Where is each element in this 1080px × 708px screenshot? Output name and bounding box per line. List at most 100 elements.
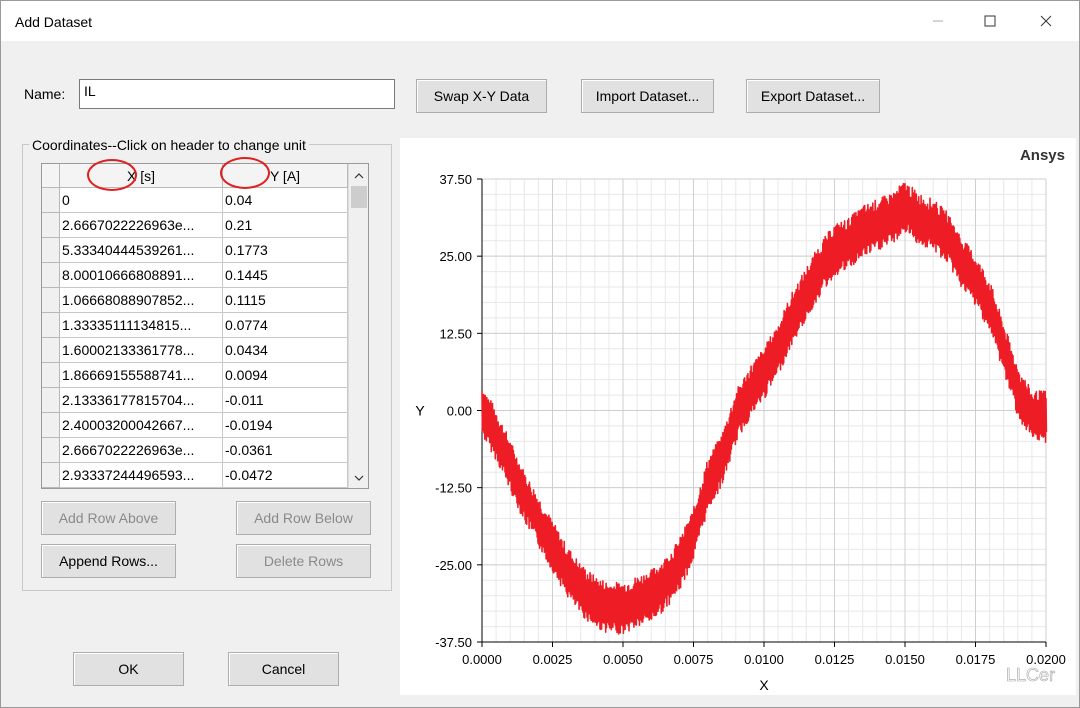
- x-cell[interactable]: 2.40003200042667...: [60, 413, 223, 438]
- export-dataset-button[interactable]: Export Dataset...: [746, 79, 880, 113]
- y-cell[interactable]: -0.0361: [223, 438, 348, 463]
- table-row[interactable]: 5.33340444539261... 0.1773: [42, 238, 348, 263]
- current-chart: 0.0000 0.0025 0.0050 0.0075 0.0100 0.0125 0.01…: [415, 147, 1066, 693]
- x-cell[interactable]: 2.6667022226963e...: [60, 438, 223, 463]
- y-cell[interactable]: 0.1773: [223, 238, 348, 263]
- table-row[interactable]: 1.86669155588741... 0.0094: [42, 363, 348, 388]
- coordinates-group-label: Coordinates--Click on header to change u…: [29, 137, 309, 153]
- name-input[interactable]: IL: [79, 79, 395, 109]
- table-row[interactable]: 1.33335111134815... 0.0774: [42, 313, 348, 338]
- x-cell[interactable]: 5.33340444539261...: [60, 238, 223, 263]
- y-tick-label: -37.50: [435, 635, 472, 650]
- corner-header: [42, 164, 60, 188]
- y-axis-label: Y: [415, 403, 425, 419]
- add-dataset-dialog: Add Dataset Name: IL Swap X-Y Data Impor…: [0, 0, 1080, 708]
- x-tick-label: 0.0100: [744, 652, 784, 667]
- row-header[interactable]: [42, 463, 60, 488]
- table-row[interactable]: 2.93337244496593... -0.0472: [42, 463, 348, 488]
- table-scrollbar[interactable]: [348, 164, 368, 488]
- table-row[interactable]: 1.60002133361778... 0.0434: [42, 338, 348, 363]
- x-axis-label: X: [759, 677, 769, 693]
- title-bar: Add Dataset: [1, 1, 1079, 41]
- delete-rows-button[interactable]: Delete Rows: [236, 544, 371, 578]
- table-row[interactable]: 0 0.04: [42, 188, 348, 213]
- row-header[interactable]: [42, 238, 60, 263]
- x-cell[interactable]: 2.6667022226963e...: [60, 213, 223, 238]
- y-cell[interactable]: 0.0774: [223, 313, 348, 338]
- x-cell[interactable]: 1.06668088907852...: [60, 288, 223, 313]
- x-tick-label: 0.0150: [885, 652, 925, 667]
- row-header[interactable]: [42, 338, 60, 363]
- row-header[interactable]: [42, 188, 60, 213]
- x-tick-label: 0.0050: [603, 652, 643, 667]
- x-cell[interactable]: 1.86669155588741...: [60, 363, 223, 388]
- row-header[interactable]: [42, 363, 60, 388]
- row-header[interactable]: [42, 263, 60, 288]
- chevron-up-icon: [354, 173, 364, 179]
- y-header-annotation-circle: [220, 157, 270, 189]
- table-row[interactable]: 2.6667022226963e... 0.21: [42, 213, 348, 238]
- y-tick-label: -25.00: [435, 558, 472, 573]
- x-tick-label: 0.0025: [533, 652, 573, 667]
- x-tick-label: 0.0175: [956, 652, 996, 667]
- table-row[interactable]: 8.00010666808891... 0.1445: [42, 263, 348, 288]
- x-cell[interactable]: 1.33335111134815...: [60, 313, 223, 338]
- y-cell[interactable]: 0.04: [223, 188, 348, 213]
- coordinates-table: X [s] Y [A] 0 0.04 2.6667022226963e... 0.21…: [41, 163, 369, 489]
- cancel-button[interactable]: Cancel: [228, 652, 339, 686]
- x-cell[interactable]: 1.60002133361778...: [60, 338, 223, 363]
- ok-button[interactable]: OK: [73, 652, 184, 686]
- table-row[interactable]: 2.13336177815704... -0.011: [42, 388, 348, 413]
- maximize-icon: [984, 15, 996, 27]
- row-header[interactable]: [42, 413, 60, 438]
- row-header[interactable]: [42, 213, 60, 238]
- chevron-down-icon: [354, 475, 364, 481]
- maximize-button[interactable]: [967, 1, 1013, 41]
- import-dataset-button[interactable]: Import Dataset...: [581, 79, 714, 113]
- row-header[interactable]: [42, 288, 60, 313]
- minimize-button[interactable]: [915, 1, 961, 41]
- y-tick-label: 37.50: [439, 172, 472, 187]
- y-cell[interactable]: -0.0194: [223, 413, 348, 438]
- name-label: Name:: [24, 86, 66, 102]
- x-cell[interactable]: 2.13336177815704...: [60, 388, 223, 413]
- y-tick-label: 25.00: [439, 249, 472, 264]
- y-tick-label: 12.50: [439, 326, 472, 341]
- watermark-text: LLCer: [1006, 665, 1055, 685]
- row-header[interactable]: [42, 388, 60, 413]
- table-row[interactable]: 1.06668088907852... 0.1115: [42, 288, 348, 313]
- plot-area: 0.0000 0.0025 0.0050 0.0075 0.0100 0.0125 0.01…: [400, 138, 1076, 695]
- scroll-up-button[interactable]: [349, 166, 368, 186]
- x-tick-label: 0.0075: [674, 652, 714, 667]
- ansys-brand-label: Ansys: [1020, 147, 1065, 164]
- y-cell[interactable]: -0.011: [223, 388, 348, 413]
- y-cell[interactable]: 0.1115: [223, 288, 348, 313]
- row-header[interactable]: [42, 313, 60, 338]
- y-cell[interactable]: 0.0434: [223, 338, 348, 363]
- swap-xy-button[interactable]: Swap X-Y Data: [416, 79, 547, 113]
- scroll-down-button[interactable]: [349, 468, 368, 488]
- y-cell[interactable]: -0.0472: [223, 463, 348, 488]
- x-cell[interactable]: 2.93337244496593...: [60, 463, 223, 488]
- x-tick-label: 0.0000: [462, 652, 502, 667]
- y-cell[interactable]: 0.1445: [223, 263, 348, 288]
- table-row[interactable]: 2.6667022226963e... -0.0361: [42, 438, 348, 463]
- x-cell[interactable]: 8.00010666808891...: [60, 263, 223, 288]
- y-cell[interactable]: 0.21: [223, 213, 348, 238]
- x-cell[interactable]: 0: [60, 188, 223, 213]
- row-header[interactable]: [42, 438, 60, 463]
- append-rows-button[interactable]: Append Rows...: [41, 544, 176, 578]
- window-title: Add Dataset: [15, 14, 93, 30]
- scroll-thumb[interactable]: [351, 186, 367, 208]
- y-tick-label: -12.50: [435, 481, 472, 496]
- table-row[interactable]: 2.40003200042667... -0.0194: [42, 413, 348, 438]
- x-tick-label: 0.0125: [815, 652, 855, 667]
- y-cell[interactable]: 0.0094: [223, 363, 348, 388]
- minimize-icon: [933, 20, 943, 22]
- close-button[interactable]: [1023, 1, 1069, 41]
- add-row-below-button[interactable]: Add Row Below: [236, 501, 371, 535]
- y-tick-label: 0.00: [447, 404, 472, 419]
- x-column-header[interactable]: X [s]: [60, 164, 223, 188]
- add-row-above-button[interactable]: Add Row Above: [41, 501, 176, 535]
- close-icon: [1040, 15, 1052, 27]
